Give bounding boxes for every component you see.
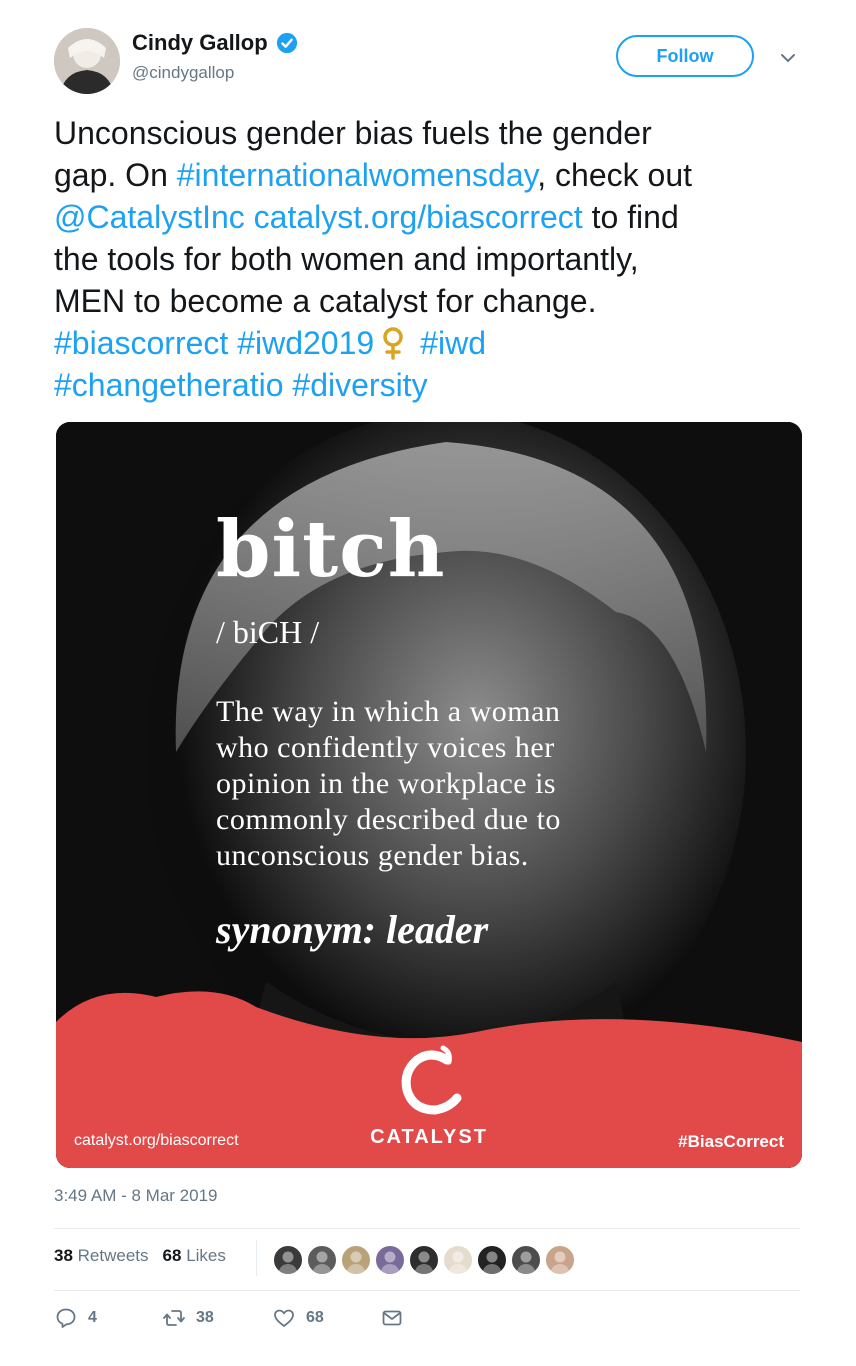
liker-avatar[interactable]	[442, 1244, 474, 1276]
hashtag-link[interactable]: #changetheratio	[54, 367, 284, 403]
tweet-text-line: MEN to become a catalyst for change.	[54, 280, 824, 322]
divider	[54, 1228, 800, 1229]
divider	[54, 1290, 800, 1291]
liker-avatar[interactable]	[306, 1244, 338, 1276]
author-name[interactable]: Cindy Gallop	[132, 30, 298, 56]
tweet-text-line: Unconscious gender bias fuels the gender	[54, 112, 824, 154]
retweets-count: 38	[54, 1246, 73, 1265]
tweet-text-line: @CatalystInc catalyst.org/biascorrect to…	[54, 196, 824, 238]
liker-avatar[interactable]	[408, 1244, 440, 1276]
card-headword: bitch	[216, 504, 446, 595]
tweet-text-segment	[245, 199, 254, 235]
definition-line: The way in which a woman	[216, 695, 561, 728]
definition-line: who confidently voices her	[216, 731, 555, 764]
liker-avatar[interactable]	[510, 1244, 542, 1276]
catalyst-logo-icon	[401, 1045, 462, 1115]
envelope-icon	[382, 1310, 402, 1326]
card-hashtag: #BiasCorrect	[678, 1132, 784, 1151]
likes-stat[interactable]: 68 Likes	[163, 1246, 226, 1266]
tweet-actions: 4 38 68	[54, 1306, 404, 1330]
tweet-text-segment: Unconscious gender bias fuels the gender	[54, 115, 652, 151]
heart-icon	[274, 1309, 294, 1327]
url-link[interactable]: catalyst.org/biascorrect	[254, 199, 583, 235]
reply-count: 4	[88, 1309, 97, 1326]
hashtag-link[interactable]: #iwd	[420, 325, 486, 361]
hashtag-link[interactable]: #iwd2019	[237, 325, 374, 361]
tweet-text: Unconscious gender bias fuels the gender…	[54, 112, 824, 406]
definition-line: opinion in the workplace is	[216, 767, 557, 800]
tweet-text-segment: to find	[582, 199, 679, 235]
mention-link[interactable]: @CatalystInc	[54, 199, 245, 235]
tweet-text-segment: gap. On	[54, 157, 177, 193]
retweet-icon	[163, 1310, 185, 1326]
hashtag-line: #changetheratio #diversity	[54, 364, 824, 406]
author-handle[interactable]: @cindygallop	[132, 63, 234, 83]
card-pronunciation: / biCH /	[216, 614, 320, 650]
likes-count: 68	[162, 1246, 182, 1265]
retweet-count: 38	[196, 1309, 214, 1326]
retweet-button[interactable]: 38	[162, 1306, 272, 1330]
chevron-down-icon[interactable]	[778, 48, 798, 68]
like-count: 68	[306, 1309, 324, 1326]
liker-avatar[interactable]	[374, 1244, 406, 1276]
tweet-media-image[interactable]: bitch / biCH / The way in which a woman …	[56, 422, 802, 1168]
reply-icon	[56, 1308, 76, 1328]
verified-badge-icon	[276, 32, 297, 54]
retweets-stat[interactable]: 38 Retweets	[54, 1246, 149, 1266]
liker-avatar[interactable]	[544, 1244, 576, 1276]
hashtag-link[interactable]: #diversity	[292, 367, 427, 403]
author-avatar[interactable]	[54, 28, 120, 94]
author-name-text: Cindy Gallop	[132, 30, 268, 55]
hashtag-link[interactable]: #biascorrect	[54, 325, 228, 361]
tweet-text-line: gap. On #internationalwomensday, check o…	[54, 154, 824, 196]
reply-button[interactable]: 4	[54, 1306, 162, 1330]
direct-message-button[interactable]	[380, 1306, 404, 1330]
liker-avatar[interactable]	[340, 1244, 372, 1276]
tweet-text-line: the tools for both women and importantly…	[54, 238, 824, 280]
avatar-image	[54, 28, 120, 94]
likes-label: Likes	[186, 1246, 226, 1265]
hashtag-line: #biascorrect #iwd2019 #iwd	[54, 322, 824, 364]
engagement-stats: 38 Retweets 68 Likes	[54, 1246, 240, 1266]
stats-separator	[256, 1240, 257, 1276]
card-definition: The way in which a woman who confidently…	[216, 694, 686, 874]
tweet-text-segment: MEN to become a catalyst for change.	[54, 283, 597, 319]
like-button[interactable]: 68	[272, 1306, 380, 1330]
tweet-text-segment: the tools for both women and importantly…	[54, 241, 639, 277]
tweet-timestamp[interactable]: 3:49 AM - 8 Mar 2019	[54, 1186, 217, 1206]
hashtag-link[interactable]: #internationalwomensday	[177, 157, 538, 193]
tweet-text-segment: , check out	[537, 157, 693, 193]
definition-line: commonly described due to	[216, 803, 561, 836]
liker-avatar[interactable]	[476, 1244, 508, 1276]
card-synonym: synonym: leader	[216, 907, 489, 952]
follow-button[interactable]: Follow	[616, 35, 754, 77]
definition-line: unconscious gender bias.	[216, 839, 529, 872]
female-sign-icon	[383, 327, 403, 360]
liker-avatars	[272, 1244, 576, 1276]
retweets-label: Retweets	[77, 1246, 149, 1265]
liker-avatar[interactable]	[272, 1244, 304, 1276]
